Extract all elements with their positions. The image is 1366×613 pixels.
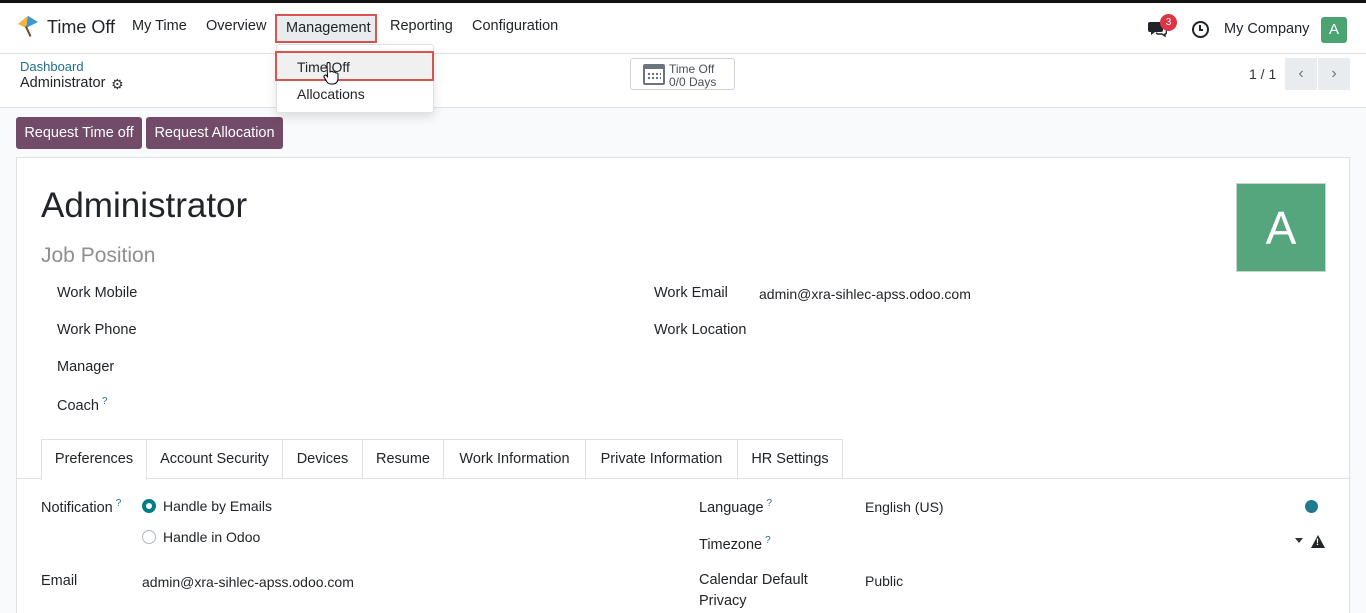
tab-preferences[interactable]: Preferences [41, 439, 147, 480]
menu-configuration[interactable]: Configuration [472, 18, 558, 34]
tab-devices[interactable]: Devices [282, 439, 363, 478]
hand-cursor-icon [323, 62, 339, 85]
notification-help-icon[interactable]: ? [116, 498, 122, 509]
coach-help-icon[interactable]: ? [102, 396, 108, 407]
breadcrumb-current: Administrator [20, 75, 106, 91]
notification-label: Notification? [41, 498, 121, 516]
tab-account-security[interactable]: Account Security [146, 439, 283, 478]
dropdown-item-time-off[interactable]: Time Off [275, 51, 434, 81]
option-handle-in-odoo[interactable]: Handle in Odoo [163, 529, 260, 545]
globe-icon[interactable] [1305, 500, 1318, 513]
work-mobile-label: Work Mobile [57, 285, 138, 301]
pager-previous-button[interactable]: ‹ [1285, 58, 1317, 90]
user-avatar[interactable]: A [1321, 17, 1347, 43]
coach-label: Coach? [57, 396, 107, 414]
form-tabs: Preferences Account Security Devices Res… [41, 439, 1331, 480]
work-email-field[interactable]: admin@xra-sihlec-apss.odoo.com [759, 286, 971, 302]
chat-badge: 3 [1160, 14, 1177, 31]
stat-value: 0/0 Days [669, 75, 717, 89]
menu-overview[interactable]: Overview [206, 18, 266, 34]
request-time-off-button[interactable]: Request Time off [16, 117, 142, 149]
tab-hr-settings[interactable]: HR Settings [737, 439, 843, 478]
time-off-app-icon[interactable] [16, 14, 40, 38]
timezone-label: Timezone? [699, 535, 771, 553]
management-dropdown: Time Off Allocations [275, 44, 434, 113]
language-help-icon[interactable]: ? [767, 498, 773, 509]
top-navbar: Time Off My Time Overview Management Rep… [0, 0, 1366, 54]
calendar-icon [643, 64, 665, 85]
coach-label-text: Coach [57, 397, 99, 414]
manager-label: Manager [57, 359, 115, 375]
work-phone-label: Work Phone [57, 322, 137, 338]
notification-label-text: Notification [41, 499, 113, 516]
job-position-field[interactable]: Job Position [41, 244, 155, 268]
breadcrumb-dashboard[interactable]: Dashboard [20, 59, 84, 74]
menu-management-label: Management [286, 20, 371, 36]
pager-next-button[interactable]: › [1318, 58, 1350, 90]
email-field[interactable]: admin@xra-sihlec-apss.odoo.com [142, 574, 354, 590]
request-allocation-button[interactable]: Request Allocation [146, 117, 283, 149]
tab-work-information[interactable]: Work Information [443, 439, 586, 478]
email-label: Email [41, 573, 78, 589]
employee-name[interactable]: Administrator [41, 186, 247, 226]
radio-handle-by-emails[interactable] [142, 499, 156, 513]
language-label-text: Language [699, 499, 764, 516]
stat-label: Time Off [669, 62, 715, 76]
gear-icon[interactable]: ⚙ [111, 76, 124, 93]
language-select[interactable]: English (US) [865, 499, 944, 515]
timezone-label-text: Timezone [699, 536, 763, 553]
radio-handle-in-odoo[interactable] [142, 530, 156, 544]
menu-management[interactable]: Management [275, 14, 377, 43]
activity-clock-icon[interactable] [1192, 21, 1209, 38]
timezone-help-icon[interactable]: ? [765, 535, 771, 546]
timezone-dropdown-arrow-icon[interactable] [1295, 538, 1303, 543]
menu-my-time[interactable]: My Time [132, 18, 187, 34]
warning-icon[interactable] [1311, 535, 1325, 548]
calendar-privacy-select[interactable]: Public [865, 573, 903, 589]
tab-private-information[interactable]: Private Information [585, 439, 738, 478]
language-label: Language? [699, 498, 772, 516]
dropdown-item-allocations[interactable]: Allocations [297, 86, 365, 102]
employee-form-sheet: Administrator Job Position A Work Mobile… [16, 157, 1351, 613]
menu-reporting[interactable]: Reporting [390, 18, 453, 34]
app-title[interactable]: Time Off [47, 17, 115, 38]
company-switcher[interactable]: My Company [1224, 21, 1309, 37]
tab-resume[interactable]: Resume [362, 439, 444, 478]
option-handle-by-emails[interactable]: Handle by Emails [163, 498, 272, 514]
calendar-privacy-label-line1: Calendar Default [699, 572, 808, 588]
employee-avatar[interactable]: A [1236, 183, 1326, 272]
work-email-label: Work Email [654, 285, 728, 301]
control-panel: Dashboard Administrator ⚙ Time Off 0/0 D… [0, 54, 1366, 108]
calendar-privacy-label-line2: Privacy [699, 593, 747, 609]
pager-value[interactable]: 1 / 1 [1249, 66, 1276, 82]
work-location-label: Work Location [654, 322, 747, 338]
time-off-stat-button[interactable]: Time Off 0/0 Days [630, 58, 735, 90]
